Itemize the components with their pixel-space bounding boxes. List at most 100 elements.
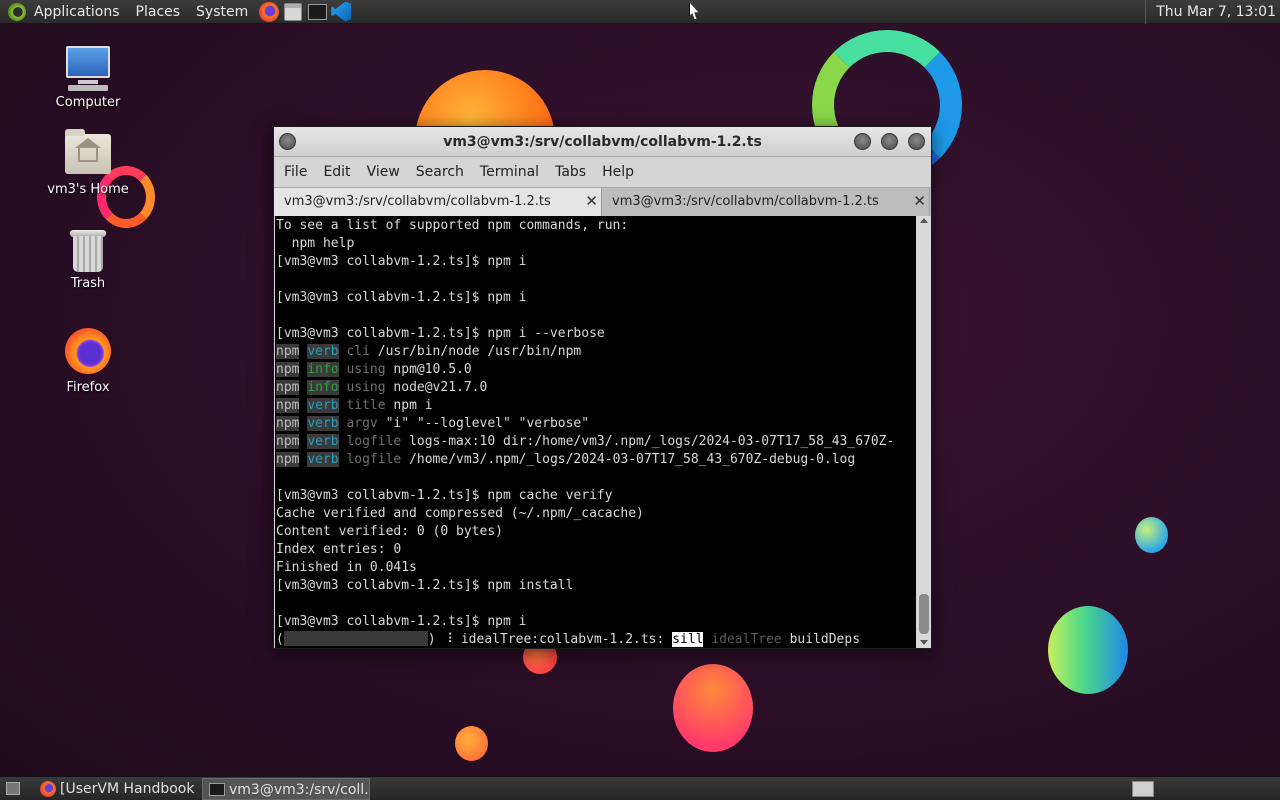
menu-help[interactable]: Help (594, 164, 642, 180)
terminal-line: [vm3@vm3 collabvm-1.2.ts]$ npm i (276, 290, 527, 305)
applications-menu[interactable]: Applications (26, 0, 128, 24)
taskbar-item-firefox[interactable]: [UserVM Handbook ... (34, 778, 200, 800)
npm-log-line: npm verb argv "i" "--loglevel" "verbose" (276, 415, 916, 433)
menu-tabs[interactable]: Tabs (547, 164, 594, 180)
menu-file[interactable]: File (276, 164, 315, 180)
terminal-launcher[interactable] (306, 1, 328, 23)
desktop-icon-label: Trash (70, 276, 106, 291)
log-key: using (346, 362, 386, 377)
terminal-scrollbar[interactable] (917, 216, 931, 648)
scroll-up-icon[interactable] (920, 218, 928, 223)
window-title: vm3@vm3:/srv/collabvm/collabvm-1.2.ts (443, 134, 762, 150)
npm-progress-line: () ⠸ idealTree:collabvm-1.2.ts: sill ide… (276, 631, 916, 648)
distro-logo-icon[interactable] (8, 2, 26, 21)
places-menu[interactable]: Places (128, 0, 189, 24)
terminal-line: [vm3@vm3 collabvm-1.2.ts]$ npm i (276, 614, 527, 629)
spinner-icon: ⠸ (443, 632, 454, 647)
desktop-icon-trash[interactable]: Trash (38, 230, 138, 291)
taskbar-item-label: vm3@vm3:/srv/coll... (229, 782, 370, 798)
tab-label: vm3@vm3:/srv/collabvm/collabvm-1.2.ts (612, 194, 879, 209)
desktop-icon-firefox[interactable]: Firefox (38, 328, 138, 395)
log-prefix: npm (276, 416, 300, 431)
menu-view[interactable]: View (359, 164, 408, 180)
maximize-button[interactable] (881, 133, 898, 150)
progress-task: idealTree:collabvm-1.2.ts: (453, 632, 673, 647)
terminal-menubar: File Edit View Search Terminal Tabs Help (274, 158, 931, 186)
log-level: verb (307, 452, 339, 467)
log-text: /usr/bin/node /usr/bin/npm (369, 344, 582, 359)
terminal-line: [vm3@vm3 collabvm-1.2.ts]$ npm cache ver… (276, 488, 613, 503)
vscode-launcher[interactable] (330, 1, 352, 23)
home-folder-icon (65, 129, 111, 174)
npm-log-line: npm verb title npm i (276, 397, 916, 415)
scrollbar-thumb[interactable] (919, 594, 929, 634)
clock[interactable]: Thu Mar 7, 13:01 (1145, 0, 1280, 24)
desktop-icon-label: Computer (55, 95, 121, 110)
npm-log-line: npm verb logfile /home/vm3/.npm/_logs/20… (276, 451, 916, 469)
terminal-line: [vm3@vm3 collabvm-1.2.ts]$ npm i --verbo… (276, 326, 605, 341)
npm-log-line: npm info using node@v21.7.0 (276, 379, 916, 397)
log-prefix: npm (276, 344, 300, 359)
log-key: using (346, 380, 386, 395)
firefox-icon (40, 781, 56, 797)
terminal-line: Content verified: 0 (0 bytes) (276, 524, 503, 539)
tab-close-icon[interactable]: ✕ (913, 188, 926, 215)
terminal-line: Index entries: 0 (276, 542, 402, 557)
wallpaper-pink-sphere (673, 664, 753, 752)
system-menu[interactable]: System (188, 0, 256, 24)
menu-search[interactable]: Search (408, 164, 472, 180)
npm-log-line: npm verb cli /usr/bin/node /usr/bin/npm (276, 343, 916, 361)
terminal-line: npm help (276, 236, 355, 251)
tab-1[interactable]: vm3@vm3:/srv/collabvm/collabvm-1.2.ts ✕ (274, 188, 602, 216)
terminal-line: Finished in 0.041s (276, 560, 417, 575)
npm-log-line: npm info using npm@10.5.0 (276, 361, 916, 379)
firefox-launcher[interactable] (258, 1, 280, 23)
tab-close-icon[interactable]: ✕ (585, 188, 598, 215)
progress-open: ( (276, 632, 284, 647)
minimize-button[interactable] (854, 133, 871, 150)
log-prefix: npm (276, 362, 300, 377)
wallpaper-small-orange-sphere (455, 726, 488, 761)
desktop-icon-home[interactable]: vm3's Home (38, 129, 138, 197)
tab-2[interactable]: vm3@vm3:/srv/collabvm/collabvm-1.2.ts ✕ (602, 188, 930, 216)
desktop-icon-computer[interactable]: Computer (38, 46, 138, 110)
bottom-panel: [UserVM Handbook ... vm3@vm3:/srv/coll..… (0, 776, 1280, 800)
terminal-line: [vm3@vm3 collabvm-1.2.ts]$ npm i (276, 254, 527, 269)
log-text: /home/vm3/.npm/_logs/2024-03-07T17_58_43… (401, 452, 856, 467)
menu-terminal[interactable]: Terminal (472, 164, 547, 180)
progress-bar (283, 631, 428, 646)
log-text: npm i (385, 398, 433, 413)
file-manager-icon (284, 2, 303, 21)
vscode-icon (331, 1, 352, 22)
desktop-icon-label: Firefox (66, 380, 110, 395)
window-titlebar[interactable]: vm3@vm3:/srv/collabvm/collabvm-1.2.ts (274, 127, 931, 157)
log-key: argv (346, 416, 378, 431)
menu-edit[interactable]: Edit (315, 164, 358, 180)
taskbar-item-label: [UserVM Handbook ... (60, 781, 200, 797)
close-button[interactable] (908, 133, 925, 150)
log-prefix: npm (276, 452, 300, 467)
taskbar-item-terminal[interactable]: vm3@vm3:/srv/coll... (202, 778, 370, 800)
log-prefix: npm (276, 398, 300, 413)
log-level: verb (307, 398, 339, 413)
wallpaper-green-sphere (1048, 606, 1128, 694)
terminal-window: vm3@vm3:/srv/collabvm/collabvm-1.2.ts Fi… (273, 126, 932, 649)
top-panel: Applications Places System Thu Mar 7, 13… (0, 0, 1280, 24)
scroll-down-icon[interactable] (920, 640, 928, 645)
progress-close: ) (427, 632, 444, 647)
log-text: node@v21.7.0 (385, 380, 488, 395)
log-key: logfile (346, 452, 402, 467)
show-desktop-icon[interactable] (6, 782, 20, 795)
computer-icon (64, 46, 112, 92)
workspace-switcher[interactable] (1132, 781, 1154, 797)
log-text: logs-max:10 dir:/home/vm3/.npm/_logs/202… (401, 434, 895, 449)
file-manager-launcher[interactable] (282, 1, 304, 23)
terminal-line: [vm3@vm3 collabvm-1.2.ts]$ npm install (276, 578, 574, 593)
log-text: buildDeps (781, 632, 861, 647)
wallpaper-blue-sphere (1135, 517, 1168, 553)
terminal-output[interactable]: To see a list of supported npm commands,… (275, 216, 916, 648)
log-level: verb (307, 344, 339, 359)
